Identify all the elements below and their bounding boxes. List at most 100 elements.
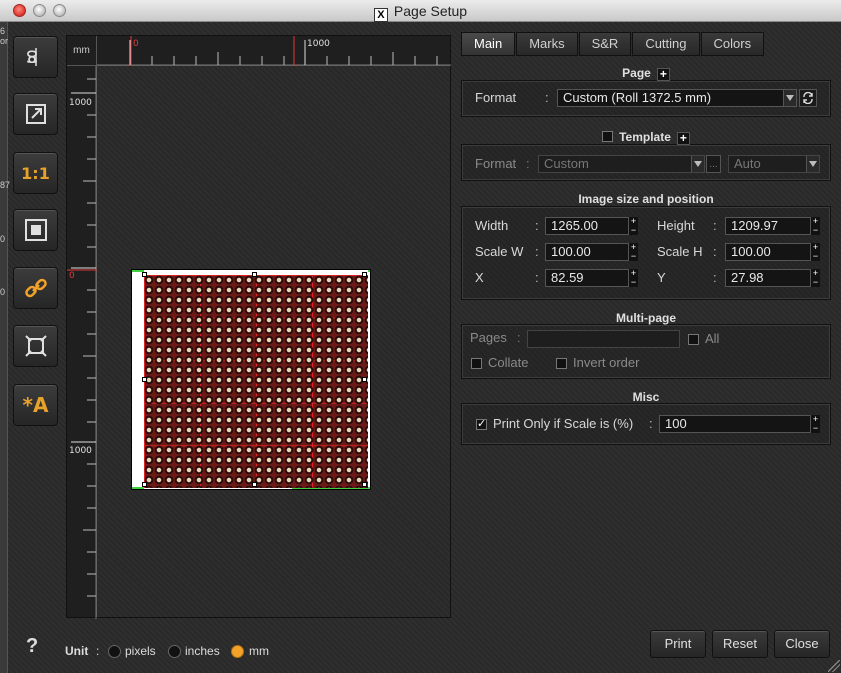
scale-threshold-input[interactable]: 100 bbox=[659, 415, 811, 433]
mirror-icon: SS bbox=[26, 48, 38, 68]
vruler-label-1000-top: 1000 bbox=[69, 98, 92, 108]
resize-handle[interactable] bbox=[142, 377, 147, 382]
width-stepper[interactable]: + − bbox=[629, 217, 638, 235]
title-bar: X Page Setup bbox=[0, 0, 841, 22]
height-stepper[interactable]: + − bbox=[811, 217, 820, 235]
tab-marks[interactable]: Marks bbox=[516, 32, 578, 56]
x-label: X bbox=[475, 270, 484, 285]
auto-text-button[interactable]: *A bbox=[13, 384, 58, 426]
colon: : bbox=[713, 218, 717, 233]
scale-h-label: Scale H bbox=[657, 244, 703, 259]
resize-handle[interactable] bbox=[362, 482, 367, 487]
y-input[interactable]: 27.98 bbox=[725, 269, 811, 287]
resize-handle[interactable] bbox=[362, 377, 367, 382]
tab-cutting[interactable]: Cutting bbox=[632, 32, 700, 56]
x11-icon: X bbox=[373, 8, 388, 22]
resize-handle[interactable] bbox=[252, 482, 257, 487]
template-checkbox[interactable] bbox=[602, 131, 614, 142]
print-only-checkbox[interactable] bbox=[476, 417, 487, 430]
actual-size-icon: 1:1 bbox=[21, 163, 50, 183]
height-input[interactable]: 1209.97 bbox=[725, 217, 811, 235]
pages-label: Pages bbox=[470, 330, 507, 345]
invert-order-checkbox[interactable] bbox=[556, 358, 567, 369]
width-input[interactable]: 1265.00 bbox=[545, 217, 629, 235]
colon: : bbox=[517, 330, 521, 345]
page-edge-marker bbox=[132, 487, 144, 489]
window-title-wrap: X Page Setup bbox=[0, 3, 841, 22]
unit-mm-label: mm bbox=[249, 644, 269, 658]
resize-handle[interactable] bbox=[252, 272, 257, 277]
edge-fragment: 6 bbox=[0, 26, 6, 36]
fit-selection-icon bbox=[24, 335, 47, 357]
unit-pixels-radio[interactable] bbox=[108, 645, 121, 658]
settings-tabs: Main Marks S&R Cutting Colors bbox=[461, 32, 765, 56]
colon: : bbox=[535, 270, 539, 285]
placed-image[interactable] bbox=[144, 275, 368, 488]
print-button[interactable]: Print bbox=[650, 630, 706, 658]
unit-inches-radio[interactable] bbox=[168, 645, 181, 658]
page-edge-marker bbox=[368, 270, 370, 272]
horizontal-ruler-ticks bbox=[97, 36, 451, 66]
fit-page-icon bbox=[24, 219, 47, 241]
scale-w-stepper[interactable]: + − bbox=[629, 243, 638, 261]
resize-handle[interactable] bbox=[142, 482, 147, 487]
invert-order-label: Invert order bbox=[573, 355, 640, 370]
vruler-label-1000-bottom: 1000 bbox=[69, 446, 92, 456]
add-page-button[interactable]: + bbox=[656, 68, 670, 81]
refresh-format-button[interactable] bbox=[799, 89, 817, 107]
x-input[interactable]: 82.59 bbox=[545, 269, 629, 287]
template-browse-button[interactable]: ... bbox=[706, 155, 721, 173]
add-template-button[interactable]: + bbox=[676, 132, 690, 145]
page-format-select[interactable]: Custom (Roll 1372.5 mm) bbox=[557, 89, 797, 107]
hruler-label-zero: 0 bbox=[133, 39, 139, 49]
help-button[interactable]: ? bbox=[26, 635, 38, 658]
unit-mm-radio[interactable] bbox=[231, 645, 244, 658]
image-group-title: Image size and position bbox=[578, 192, 714, 206]
all-pages-label: All bbox=[705, 331, 720, 346]
scale-w-input[interactable]: 100.00 bbox=[545, 243, 629, 261]
colon: : bbox=[649, 416, 653, 431]
collate-label: Collate bbox=[488, 355, 529, 370]
colon: : bbox=[535, 218, 539, 233]
actual-size-button[interactable]: 1:1 bbox=[13, 152, 58, 194]
export-button[interactable] bbox=[13, 93, 58, 135]
resize-handle[interactable] bbox=[362, 272, 367, 277]
mirror-button[interactable]: SS bbox=[13, 36, 58, 78]
reset-button[interactable]: Reset bbox=[712, 630, 768, 658]
colon: : bbox=[545, 90, 549, 105]
page-format-value: Custom (Roll 1372.5 mm) bbox=[563, 90, 712, 105]
misc-group-title: Misc bbox=[632, 390, 660, 404]
resize-handle[interactable] bbox=[142, 272, 147, 277]
all-pages-checkbox[interactable] bbox=[688, 334, 699, 345]
template-auto-select[interactable]: Auto bbox=[728, 155, 820, 173]
scale-h-input[interactable]: 100.00 bbox=[725, 243, 811, 261]
page-group-title-text: Page bbox=[622, 66, 651, 80]
resize-grip-icon[interactable] bbox=[828, 660, 840, 672]
tab-colors[interactable]: Colors bbox=[700, 32, 765, 56]
y-stepper[interactable]: + − bbox=[811, 269, 820, 287]
tab-step-and-repeat[interactable]: S&R bbox=[578, 32, 632, 56]
pages-input[interactable] bbox=[527, 330, 680, 348]
page-thumbnail[interactable] bbox=[131, 269, 371, 490]
link-button[interactable] bbox=[13, 267, 58, 309]
unit-label: Unit bbox=[65, 644, 89, 658]
tab-main[interactable]: Main bbox=[461, 32, 516, 56]
window-title: Page Setup bbox=[393, 3, 468, 19]
edge-fragment: 0 bbox=[0, 234, 6, 244]
fit-page-button[interactable] bbox=[13, 209, 58, 251]
scale-threshold-stepper[interactable]: + − bbox=[811, 415, 820, 433]
close-button[interactable]: Close bbox=[774, 630, 830, 658]
x-stepper[interactable]: + − bbox=[629, 269, 638, 287]
collate-checkbox[interactable] bbox=[471, 358, 482, 369]
page-format-label: Format bbox=[475, 90, 517, 105]
refresh-icon bbox=[803, 92, 813, 104]
scale-h-stepper[interactable]: + − bbox=[811, 243, 820, 261]
multipage-group-title: Multi-page bbox=[616, 311, 676, 325]
edge-fragment: or bbox=[0, 36, 9, 46]
hruler-label-1000: 1000 bbox=[307, 39, 330, 49]
template-format-select[interactable]: Custom bbox=[538, 155, 705, 173]
template-group-title-text: Template bbox=[619, 130, 671, 144]
fit-selection-button[interactable] bbox=[13, 325, 58, 367]
chevron-down-icon bbox=[783, 90, 796, 106]
print-only-label: Print Only if Scale is (%) bbox=[493, 416, 634, 431]
